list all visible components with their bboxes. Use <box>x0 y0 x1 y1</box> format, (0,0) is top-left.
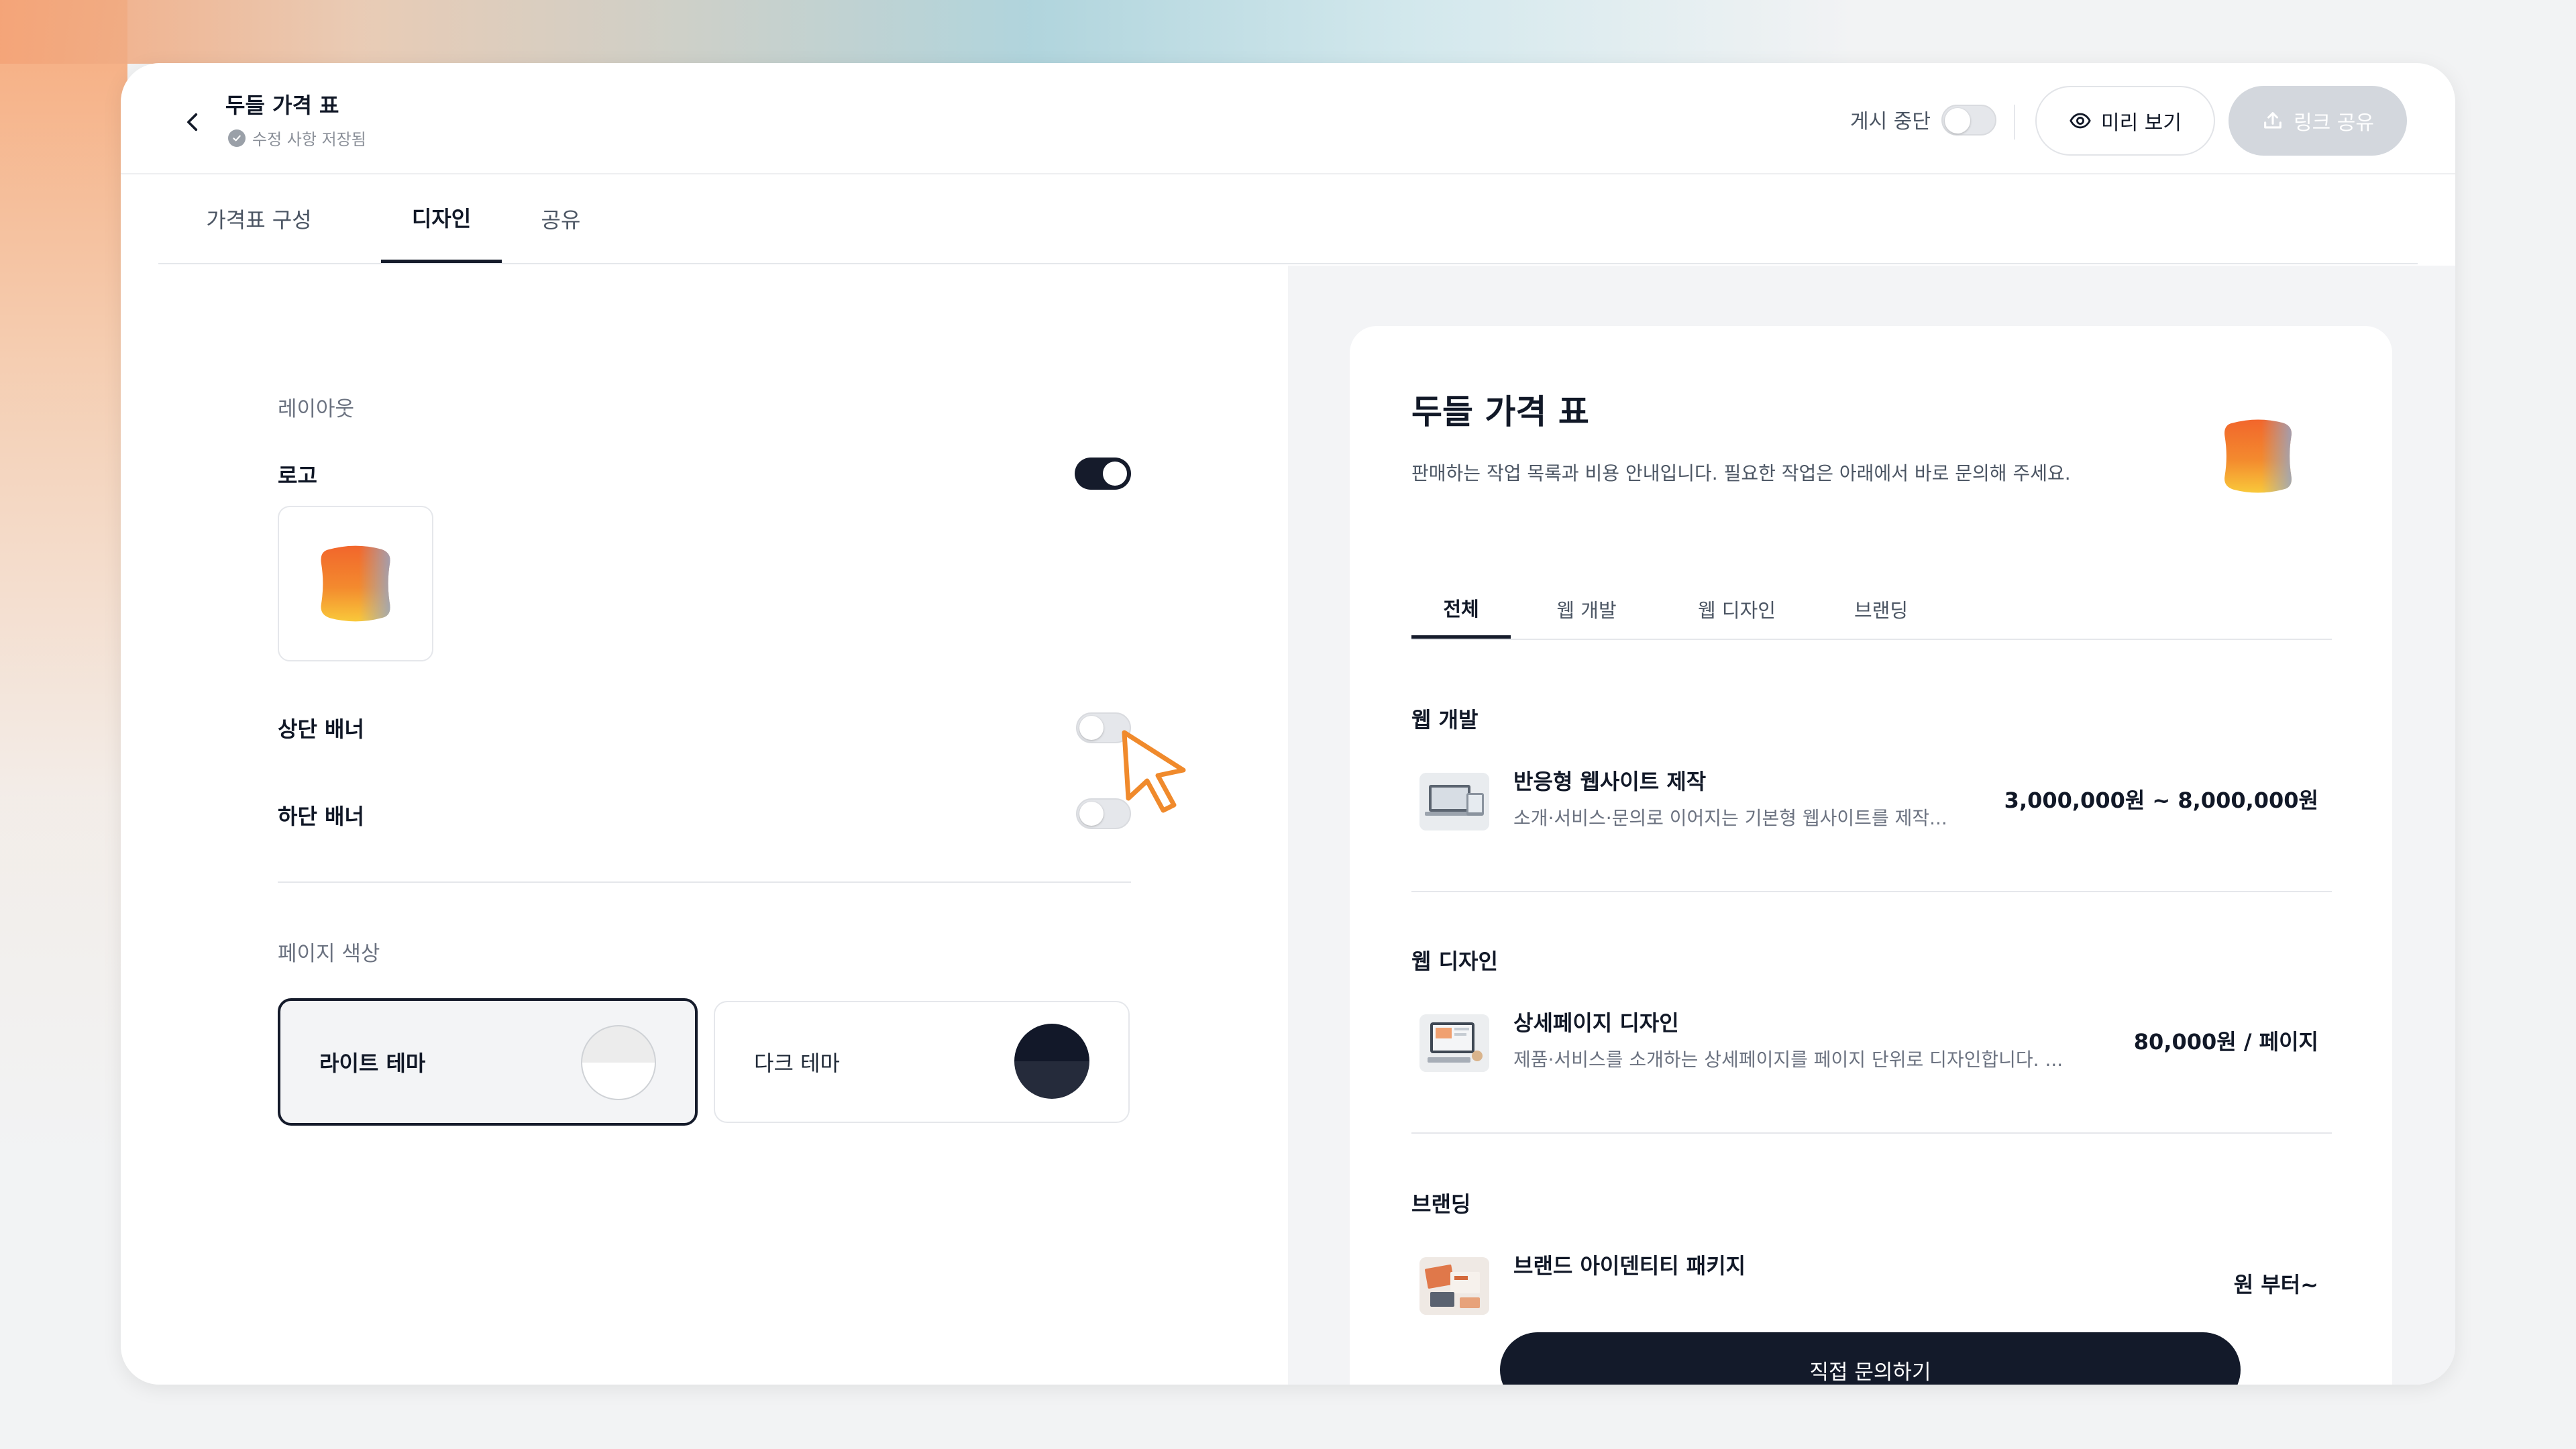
share-link-button[interactable]: 링크 공유 <box>2229 86 2407 156</box>
tab-share[interactable]: 공유 <box>521 174 601 263</box>
editor-tabs: 가격표 구성 디자인 공유 <box>158 174 2418 264</box>
document-title: 두들 가격 표 <box>225 93 339 118</box>
light-theme-swatch <box>581 1025 656 1100</box>
laptop-image-icon <box>1419 773 1489 830</box>
item-thumbnail <box>1419 773 1489 830</box>
preview-button-label: 미리 보기 <box>2101 111 2182 135</box>
item-thumbnail <box>1419 1014 1489 1072</box>
bottom-banner-label: 하단 배너 <box>278 804 364 829</box>
preview-button[interactable]: 미리 보기 <box>2035 86 2215 156</box>
preview-tab-branding[interactable]: 브랜딩 <box>1841 580 1921 639</box>
monitor-image-icon <box>1419 1014 1489 1072</box>
header-divider <box>2014 105 2015 140</box>
category-divider <box>1411 1132 2332 1134</box>
preview-tab-web-dev[interactable]: 웹 개발 <box>1543 580 1630 639</box>
tab-design[interactable]: 디자인 <box>381 174 502 263</box>
light-theme-label: 라이트 테마 <box>319 1051 426 1076</box>
preview-description: 판매하는 작업 목록과 비용 안내입니다. 필요한 작업은 아래에서 바로 문의… <box>1411 462 2071 484</box>
save-status-text: 수정 사항 저장됨 <box>252 130 366 149</box>
dark-theme-swatch <box>1014 1024 1089 1099</box>
chevron-left-icon <box>187 113 198 131</box>
category-divider <box>1411 891 2332 892</box>
price-item[interactable]: 반응형 웹사이트 제작 소개·서비스·문의로 이어지는 기본형 웹사이트를 제작… <box>1411 757 2332 851</box>
dark-theme-label: 다크 테마 <box>754 1051 840 1076</box>
preview-panel: 두들 가격 표 판매하는 작업 목록과 비용 안내입니다. 필요한 작업은 아래… <box>1288 266 2455 1385</box>
item-thumbnail <box>1419 1257 1489 1315</box>
brand-logo-icon <box>321 545 390 622</box>
item-name: 상세페이지 디자인 <box>1513 1010 1679 1036</box>
back-button[interactable] <box>173 102 213 142</box>
logo-upload[interactable] <box>278 506 433 661</box>
eye-icon <box>2070 113 2091 129</box>
toggle-knob <box>1945 108 1970 133</box>
price-table-preview: 두들 가격 표 판매하는 작업 목록과 비용 안내입니다. 필요한 작업은 아래… <box>1350 326 2392 1385</box>
page-color-section-label: 페이지 색상 <box>278 942 380 966</box>
save-status: 수정 사항 저장됨 <box>228 126 366 150</box>
item-description: 소개·서비스·문의로 이어지는 기본형 웹사이트를 제작... <box>1513 807 1947 829</box>
pause-publish-label: 게시 중단 <box>1850 110 1931 133</box>
dark-theme-option[interactable]: 다크 테마 <box>714 1001 1130 1123</box>
price-item[interactable]: 상세페이지 디자인 제품·서비스를 소개하는 상세페이지를 페이지 단위로 디자… <box>1411 998 2332 1092</box>
light-theme-option[interactable]: 라이트 테마 <box>278 998 698 1126</box>
section-divider <box>278 881 1131 883</box>
preview-tab-all[interactable]: 전체 <box>1411 580 1511 639</box>
top-banner-label: 상단 배너 <box>278 716 364 742</box>
logo-label: 로고 <box>278 463 317 488</box>
item-price: 80,000원 / 페이지 <box>2133 1029 2318 1055</box>
toggle-knob <box>1103 462 1127 486</box>
category-label: 웹 디자인 <box>1411 949 1498 974</box>
design-settings-panel: 레이아웃 로고 상단 배너 하단 배너 페이지 색상 라이트 테마 다크 테마 <box>121 266 1288 1385</box>
toggle-knob <box>1079 802 1104 826</box>
editor-window: 두들 가격 표 수정 사항 저장됨 게시 중단 미리 보기 링크 공유 가격표 … <box>121 63 2455 1385</box>
check-circle-icon <box>228 129 246 147</box>
category-label: 브랜딩 <box>1411 1191 1471 1217</box>
share-button-label: 링크 공유 <box>2294 111 2374 135</box>
category-label: 웹 개발 <box>1411 707 1479 733</box>
brand-logo-icon <box>2224 419 2292 493</box>
brand-kit-image-icon <box>1419 1257 1489 1315</box>
item-name: 반응형 웹사이트 제작 <box>1513 769 1707 794</box>
preview-tab-web-design[interactable]: 웹 디자인 <box>1686 580 1787 639</box>
item-price: 3,000,000원 ~ 8,000,000원 <box>2004 788 2318 813</box>
layout-section-label: 레이아웃 <box>278 397 355 421</box>
preview-title: 두들 가격 표 <box>1411 392 1589 431</box>
toggle-knob <box>1079 716 1104 740</box>
upload-icon <box>2264 112 2282 129</box>
logo-toggle[interactable] <box>1075 458 1131 490</box>
contact-button[interactable]: 직접 문의하기 <box>1500 1332 2241 1385</box>
item-description: 제품·서비스를 소개하는 상세페이지를 페이지 단위로 디자인합니다. ... <box>1513 1049 2063 1071</box>
item-name: 브랜드 아이덴티티 패키지 <box>1513 1253 1746 1279</box>
price-item[interactable]: 브랜드 아이덴티티 패키지 원 부터~ <box>1411 1241 2332 1335</box>
header: 두들 가격 표 수정 사항 저장됨 게시 중단 미리 보기 링크 공유 <box>121 63 2455 174</box>
tab-price-table[interactable]: 가격표 구성 <box>192 174 326 263</box>
mouse-pointer-icon <box>1122 730 1186 813</box>
preview-category-tabs: 전체 웹 개발 웹 디자인 브랜딩 <box>1411 580 2332 640</box>
item-price: 원 부터~ <box>2233 1272 2318 1297</box>
pause-publish-toggle[interactable] <box>1941 105 1996 136</box>
